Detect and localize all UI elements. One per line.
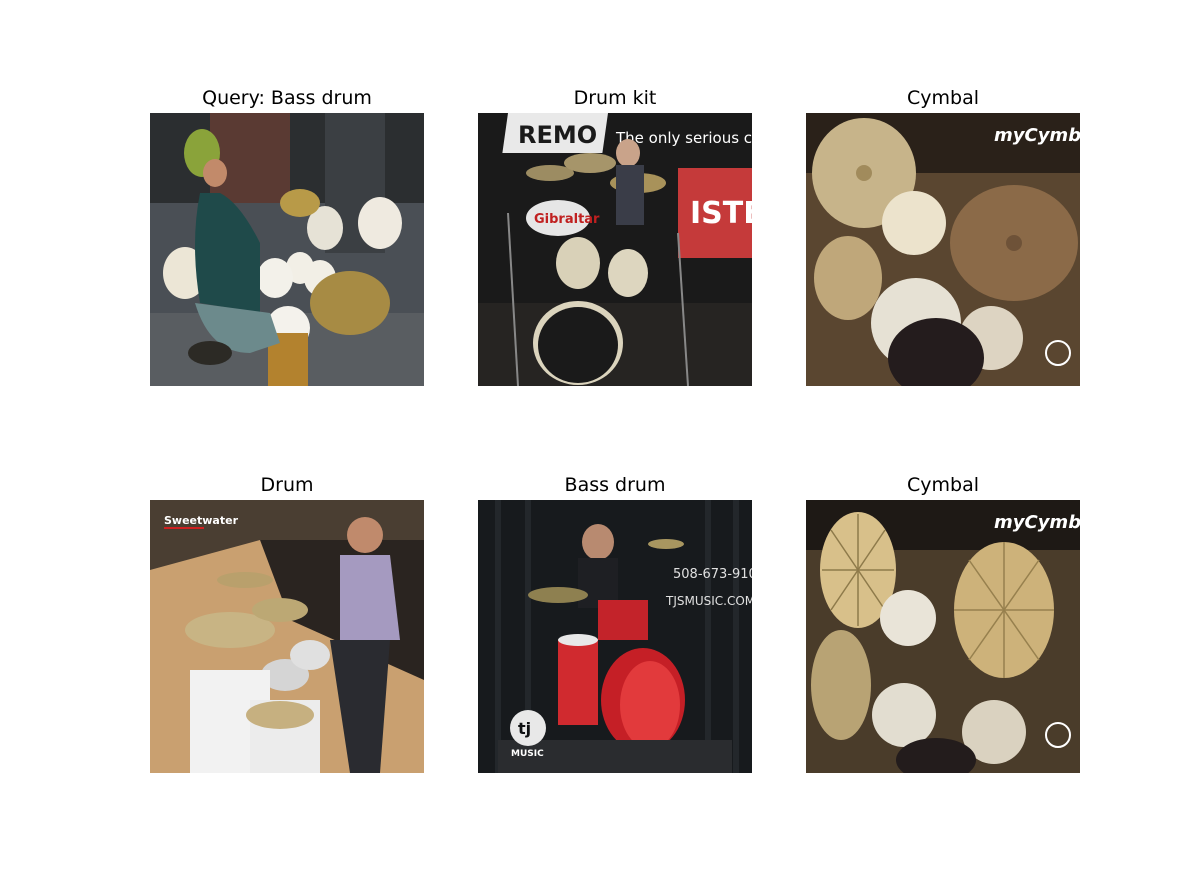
panel-title: Drum kit — [573, 87, 657, 109]
panel-image-red-kit: 508-673-9100 TJSMUSIC.COM tj MUSIC — [478, 500, 752, 773]
sweetwater-logo-text: Sweetwater — [164, 514, 239, 527]
panel-title: Cymbal — [906, 87, 979, 109]
panel-image-cymbal-overhead-2: myCymbal.com — [806, 500, 1080, 773]
website-text: TJSMUSIC.COM — [665, 594, 752, 608]
banner-iste-text: ISTE — [690, 196, 752, 231]
panel-title: Drum — [260, 474, 314, 496]
remo-logo-text: REMO — [518, 121, 597, 149]
mycymbal-logo-text: myCymbal.com — [994, 512, 1080, 533]
music-logo-text: MUSIC — [511, 749, 544, 759]
panel-title: Bass drum — [564, 474, 666, 496]
gibraltar-text: Gibraltar — [534, 212, 600, 227]
panel-image-concert-hall: Sweetwater — [150, 500, 424, 773]
tj-logo-text: tj — [518, 719, 531, 738]
panel-title: Cymbal — [906, 474, 979, 496]
phone-number-text: 508-673-9100 — [673, 567, 752, 582]
panel-image-remo-stage: REMO The only serious choice. ISTE Gibra… — [478, 113, 752, 386]
panel-image-drum-store — [150, 113, 424, 386]
panel-title: Query: Bass drum — [202, 87, 372, 109]
panel-image-cymbal-overhead-1: myCymbal.com — [806, 113, 1080, 386]
mycymbal-logo-text: myCymbal.com — [994, 125, 1080, 146]
